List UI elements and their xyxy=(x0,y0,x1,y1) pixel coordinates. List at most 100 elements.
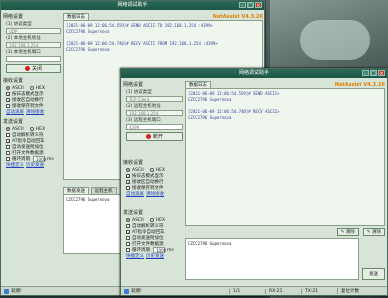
recv-ascii-label: ASCII xyxy=(132,167,144,173)
minimize-icon[interactable]: – xyxy=(239,2,246,9)
host-input[interactable]: 192.168.1.254 xyxy=(126,110,183,116)
protocol-select[interactable]: UDP xyxy=(6,28,61,34)
port-label: (3) 远程主机端口 xyxy=(126,118,161,123)
logmode-checkbox[interactable]: ✓ xyxy=(6,92,10,97)
front-titlebar[interactable]: 网络调试助手 – □ × xyxy=(121,69,387,78)
tab-send[interactable]: 数据发送 xyxy=(63,187,89,194)
history-link[interactable]: 历史发送 xyxy=(146,253,164,259)
clear-log-button[interactable]: ✎ 清除 xyxy=(336,228,359,236)
status-tx: TX:21 xyxy=(301,288,335,294)
front-statusbar: 就绪! 1/1 RX:21 TX:21 复位计数 xyxy=(121,286,387,295)
clear-log-label: 清除 xyxy=(345,230,355,235)
close-connection-label: 关闭 xyxy=(31,66,42,72)
status-led-icon xyxy=(145,134,151,139)
status-led-icon xyxy=(24,66,30,71)
port-input[interactable] xyxy=(6,56,61,62)
status-page: 1/1 xyxy=(229,288,263,294)
open-file-checkbox[interactable] xyxy=(6,151,10,155)
send-ascii-label: ASCII xyxy=(132,217,144,223)
parse-escape-checkbox[interactable] xyxy=(6,133,10,137)
protocol-select[interactable]: TCP Client xyxy=(126,96,183,102)
log-line: CZCC2796 Supernova xyxy=(188,115,232,120)
brand-label: NetAssist V4.3.26 xyxy=(212,14,263,20)
send-hex-label: HEX xyxy=(35,126,46,132)
close-icon[interactable]: × xyxy=(378,70,385,77)
back-send-area: 数据发送 远程主机 CZCC2796 Supernova xyxy=(63,187,123,254)
loop-unit: ms xyxy=(167,247,174,253)
reset-count-button[interactable]: 复位计数 xyxy=(337,288,362,294)
brand-label: NetAssist V4.3.26 xyxy=(334,82,385,88)
recv-ascii-radio[interactable] xyxy=(126,168,130,172)
recv-hex-label: HEX xyxy=(35,85,46,91)
recv-settings-title: 接收设置 xyxy=(123,160,144,166)
send-ascii-radio[interactable] xyxy=(126,218,130,222)
logmode-checkbox[interactable]: ✓ xyxy=(126,174,130,179)
send-settings-title: 发送设置 xyxy=(3,119,24,125)
disconnect-label: 断开 xyxy=(152,134,163,140)
tab-data-log[interactable]: 数据日志 xyxy=(63,13,89,20)
front-title: 网络调试助手 xyxy=(238,70,269,76)
send-hex-radio[interactable] xyxy=(149,218,154,222)
close-connection-button[interactable]: 关闭 xyxy=(6,64,61,73)
send-hex-radio[interactable] xyxy=(29,127,34,131)
tab-remote[interactable]: 远程主机 xyxy=(90,187,117,194)
send-ascii-radio[interactable] xyxy=(6,127,10,131)
loop-checkbox[interactable] xyxy=(126,248,130,252)
clear-recv-link[interactable]: 清除接收 xyxy=(146,191,164,197)
recv-hex-radio[interactable] xyxy=(29,86,34,90)
save-recv-checkbox[interactable] xyxy=(126,186,130,190)
send-ascii-label: ASCII xyxy=(12,126,24,132)
history-link[interactable]: 历史发送 xyxy=(26,162,44,168)
auto-checksum-checkbox[interactable] xyxy=(6,145,10,149)
quick-define-link[interactable]: 快捷定义 xyxy=(126,253,144,259)
send-settings-title: 发送设置 xyxy=(123,210,144,216)
parse-escape-checkbox[interactable] xyxy=(126,224,130,228)
front-status-ready: 就绪! xyxy=(131,289,142,294)
save-recv-checkbox[interactable] xyxy=(6,104,10,108)
autoscroll-link[interactable]: 自动滚屏 xyxy=(6,109,24,115)
back-left-panel: 网络设置 (1) 协议类型 UDP (2) 本地主机地址 192.168.1.2… xyxy=(3,13,61,283)
recv-hex-label: HEX xyxy=(155,167,166,173)
host-label: (2) 远程主机地址 xyxy=(126,104,161,109)
status-icon xyxy=(4,288,9,294)
recv-hex-radio[interactable] xyxy=(149,168,154,172)
minimize-icon[interactable]: – xyxy=(362,70,369,77)
at-enter-checkbox[interactable]: ✓ xyxy=(6,139,10,144)
host-input[interactable]: 192.168.1.254 xyxy=(6,42,61,48)
disconnect-button[interactable]: 断开 xyxy=(126,132,183,141)
autowrap-checkbox[interactable]: ✓ xyxy=(126,180,130,185)
protocol-label: (1) 协议类型 xyxy=(6,22,32,27)
clear-send-button[interactable]: ✎ 清除 xyxy=(362,228,385,236)
loop-unit: ms xyxy=(47,156,54,162)
recv-ascii-radio[interactable] xyxy=(6,86,10,90)
network-settings-title: 网络设置 xyxy=(3,14,24,20)
send-button[interactable]: 发送 xyxy=(362,268,385,280)
host-label: (2) 本地主机地址 xyxy=(6,36,41,41)
maximize-icon[interactable]: □ xyxy=(247,2,254,9)
close-icon[interactable]: × xyxy=(255,2,262,9)
auto-checksum-checkbox[interactable] xyxy=(126,236,130,240)
port-input[interactable]: 4399 xyxy=(126,124,183,130)
desktop-background-highlight xyxy=(300,20,370,60)
front-send-input[interactable]: CZCC2796 Supernova xyxy=(185,238,359,280)
front-left-panel: 网络设置 (1) 协议类型 TCP Client (2) 远程主机地址 192.… xyxy=(123,81,183,286)
maximize-icon[interactable]: □ xyxy=(370,70,377,77)
open-file-checkbox[interactable] xyxy=(126,242,130,246)
back-send-input[interactable]: CZCC2796 Supernova xyxy=(63,194,121,254)
autoscroll-link[interactable]: 自动滚屏 xyxy=(126,191,144,197)
clear-recv-link[interactable]: 清除接收 xyxy=(26,109,44,115)
port-label: (3) 本地主机端口 xyxy=(6,50,41,55)
loop-checkbox[interactable] xyxy=(6,157,10,161)
front-log-box[interactable]: [2021-06-09 12:06:54.559]# SEND ASCII> C… xyxy=(185,88,385,226)
autowrap-checkbox[interactable]: ✓ xyxy=(6,98,10,103)
tab-data-log[interactable]: 数据日志 xyxy=(185,81,211,88)
protocol-label: (1) 协议类型 xyxy=(126,90,152,95)
front-window: 网络调试助手 – □ × 网络设置 (1) 协议类型 TCP Client (2… xyxy=(120,68,388,296)
back-titlebar[interactable]: 网络调试助手 – □ × xyxy=(1,1,264,10)
at-enter-checkbox[interactable]: ✓ xyxy=(126,230,130,235)
quick-define-link[interactable]: 快捷定义 xyxy=(6,162,24,168)
status-icon xyxy=(124,288,129,294)
back-status-ready: 就绪! xyxy=(11,289,22,294)
recv-ascii-label: ASCII xyxy=(12,85,24,91)
network-settings-title: 网络设置 xyxy=(123,82,144,88)
